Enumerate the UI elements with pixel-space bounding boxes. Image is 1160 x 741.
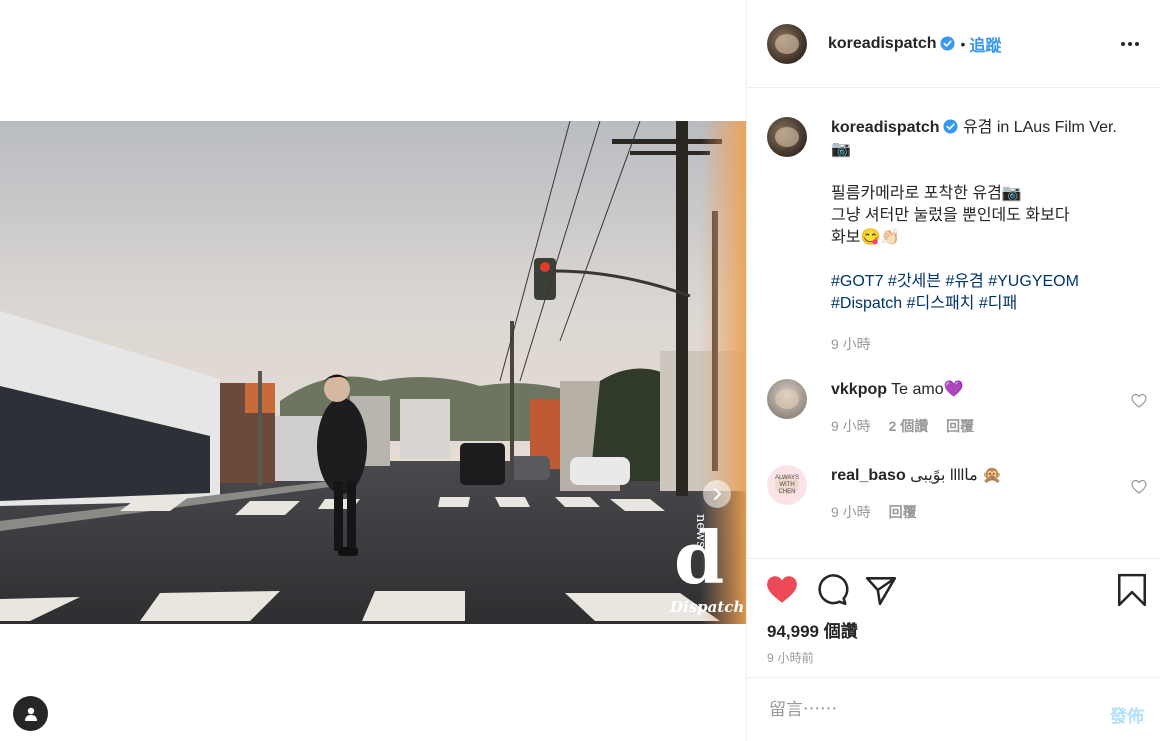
hashtag-link[interactable]: #GOT7 bbox=[831, 273, 883, 290]
caption-line-2: 필름카메라로 포착한 유겸📷 bbox=[831, 185, 1022, 202]
caption-first-line: koreadispatch 유겸 in LAus Film Ver. 📷 bbox=[831, 117, 1141, 161]
separator-dot: • bbox=[960, 35, 966, 52]
more-horizontal-icon bbox=[1121, 42, 1139, 46]
post-photo[interactable]: news d Dispatch bbox=[0, 121, 746, 624]
more-options-button[interactable] bbox=[1116, 30, 1144, 58]
hashtags-line-2: #Dispatch #디스패치 #디패 bbox=[831, 293, 1141, 315]
comment-composer: 發佈 bbox=[747, 677, 1160, 741]
hashtag-link[interactable]: #디스패치 bbox=[907, 295, 975, 312]
likes-count[interactable]: 94,999 個讚 bbox=[767, 617, 858, 642]
comment-username[interactable]: real_baso bbox=[831, 467, 906, 484]
heart-filled-icon[interactable] bbox=[765, 573, 799, 607]
caption-line-3: 그냥 셔터만 눌렀을 뿐인데도 화보다 bbox=[831, 207, 1070, 224]
like-comment-icon[interactable] bbox=[1131, 479, 1147, 495]
caption-timestamp[interactable]: 9 小時 bbox=[831, 333, 1141, 355]
caption-line-4: 화보😋👏🏻 bbox=[831, 229, 901, 246]
post-actions: 94,999 個讚 9 小時前 bbox=[747, 558, 1160, 677]
watermark-brand: Dispatch bbox=[670, 598, 745, 616]
caption-body: koreadispatch 유겸 in LAus Film Ver. 📷 필름카… bbox=[831, 117, 1141, 355]
author-username[interactable]: koreadispatch bbox=[828, 35, 936, 53]
comment-body: vkkpop Te amo💜 9 小時 2 個讚 回覆 bbox=[831, 379, 1101, 437]
follow-button[interactable]: 追蹤 bbox=[969, 32, 1001, 56]
hashtag-link[interactable]: #디패 bbox=[979, 295, 1017, 312]
comment-likes[interactable]: 2 個讚 bbox=[889, 418, 929, 434]
caption-username[interactable]: koreadispatch bbox=[831, 119, 939, 136]
comment-username[interactable]: vkkpop bbox=[831, 381, 887, 398]
commenter-avatar[interactable] bbox=[767, 379, 807, 419]
hashtag-link[interactable]: #유겸 bbox=[945, 273, 983, 290]
like-comment-icon[interactable] bbox=[1131, 393, 1147, 409]
comment-text: Te amo💜 bbox=[891, 381, 964, 398]
watermark-letter: d bbox=[674, 515, 725, 600]
bookmark-icon[interactable] bbox=[1115, 573, 1149, 607]
comment-text: بوًيبى llllما 🙊 bbox=[910, 467, 1003, 484]
reply-button[interactable]: 回覆 bbox=[946, 418, 974, 434]
dispatch-watermark: news d Dispatch bbox=[668, 508, 745, 620]
post-timestamp[interactable]: 9 小時前 bbox=[767, 649, 814, 666]
author-avatar[interactable] bbox=[767, 23, 807, 64]
caption-avatar[interactable] bbox=[767, 117, 807, 157]
photo-image bbox=[0, 121, 746, 624]
post-comment-button[interactable]: 發佈 bbox=[1110, 702, 1144, 727]
comment-input[interactable] bbox=[767, 696, 1071, 724]
comments-list[interactable]: koreadispatch 유겸 in LAus Film Ver. 📷 필름카… bbox=[747, 89, 1160, 558]
comment-meta: 9 小時 2 個讚 回覆 bbox=[831, 415, 1101, 437]
reply-button[interactable]: 回覆 bbox=[889, 504, 917, 520]
avatar-text: ALWAYS WITH CHEN bbox=[775, 474, 799, 495]
comment-meta: 9 小時 回覆 bbox=[831, 501, 1101, 523]
verified-badge-icon bbox=[940, 36, 956, 51]
hashtags-line-1: #GOT7 #갓세븐 #유겸 #YUGYEOM bbox=[831, 271, 1141, 293]
share-icon[interactable] bbox=[864, 573, 898, 607]
chevron-right-icon bbox=[714, 488, 722, 500]
tagged-users-button[interactable] bbox=[13, 696, 48, 731]
verified-badge-icon bbox=[943, 119, 959, 134]
comment-body: real_baso بوًيبى llllما 🙊 9 小時 回覆 bbox=[831, 465, 1101, 523]
media-pane: news d Dispatch bbox=[0, 0, 746, 741]
author-line: koreadispatch • 追蹤 bbox=[828, 32, 1001, 56]
hashtag-link[interactable]: #갓세븐 bbox=[888, 273, 941, 290]
commenter-avatar[interactable]: ALWAYS WITH CHEN bbox=[767, 465, 807, 505]
caption-title: 유겸 in LAus Film Ver. bbox=[962, 119, 1117, 136]
details-pane: koreadispatch • 追蹤 koreadispatch 유겸 in L… bbox=[746, 0, 1160, 741]
comment-icon[interactable] bbox=[815, 573, 849, 607]
comment-time[interactable]: 9 小時 bbox=[831, 504, 871, 520]
hashtag-link[interactable]: #Dispatch bbox=[831, 295, 902, 312]
hashtag-link[interactable]: #YUGYEOM bbox=[988, 273, 1079, 290]
user-icon bbox=[24, 707, 37, 721]
camera-emoji: 📷 bbox=[831, 141, 851, 158]
next-photo-button[interactable] bbox=[703, 480, 731, 508]
post-header: koreadispatch • 追蹤 bbox=[747, 0, 1160, 88]
comment-time[interactable]: 9 小時 bbox=[831, 418, 871, 434]
